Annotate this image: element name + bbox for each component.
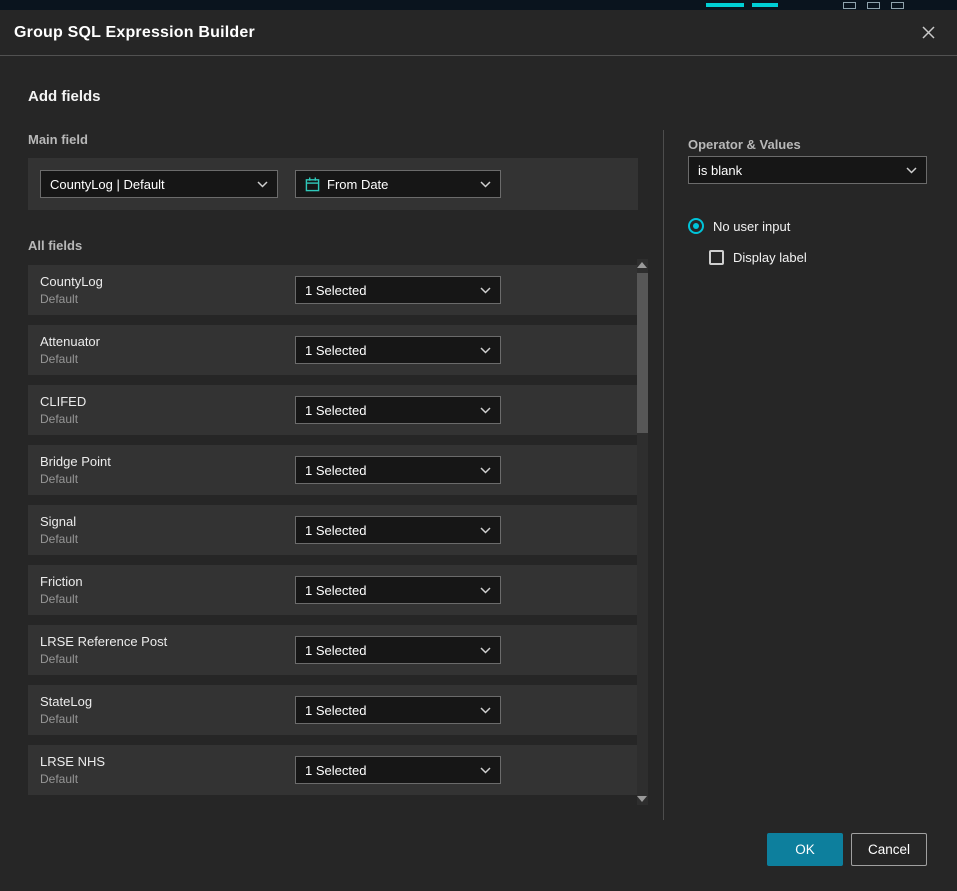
field-values-select-value: 1 Selected: [305, 703, 366, 718]
field-name: LRSE Reference Post: [40, 634, 167, 649]
display-label-label: Display label: [733, 250, 807, 265]
no-user-input-label: No user input: [713, 219, 790, 234]
field-subtitle: Default: [40, 592, 78, 606]
background-decoration: [752, 3, 778, 7]
layer-select[interactable]: CountyLog | Default: [40, 170, 278, 198]
field-row: Friction Default 1 Selected: [28, 565, 638, 615]
scrollbar[interactable]: [637, 259, 648, 805]
field-subtitle: Default: [40, 352, 78, 366]
chevron-down-icon: [480, 527, 491, 534]
field-values-select-value: 1 Selected: [305, 403, 366, 418]
field-values-select[interactable]: 1 Selected: [295, 456, 501, 484]
add-fields-heading: Add fields: [28, 88, 101, 105]
field-values-select[interactable]: 1 Selected: [295, 756, 501, 784]
main-field-select[interactable]: From Date: [295, 170, 501, 198]
field-row: CLIFED Default 1 Selected: [28, 385, 638, 435]
scroll-down-arrow-icon[interactable]: [637, 796, 647, 802]
field-subtitle: Default: [40, 412, 78, 426]
dialog-title: Group SQL Expression Builder: [14, 24, 255, 42]
all-fields-label: All fields: [28, 238, 82, 253]
field-subtitle: Default: [40, 652, 78, 666]
background-icon: [891, 2, 904, 9]
scrollbar-thumb[interactable]: [637, 273, 648, 433]
field-name: Friction: [40, 574, 83, 589]
field-row: Signal Default 1 Selected: [28, 505, 638, 555]
field-values-select[interactable]: 1 Selected: [295, 696, 501, 724]
field-row: Bridge Point Default 1 Selected: [28, 445, 638, 495]
background-app-strip: [0, 0, 957, 10]
field-name: CountyLog: [40, 274, 103, 289]
field-values-select-value: 1 Selected: [305, 523, 366, 538]
chevron-down-icon: [480, 181, 491, 188]
background-icon: [867, 2, 880, 9]
field-subtitle: Default: [40, 472, 78, 486]
chevron-down-icon: [480, 767, 491, 774]
calendar-icon: [305, 177, 320, 192]
field-values-select[interactable]: 1 Selected: [295, 516, 501, 544]
close-icon[interactable]: [913, 18, 943, 48]
all-fields-list: CountyLog Default 1 Selected Attenuator …: [28, 265, 638, 805]
chevron-down-icon: [480, 467, 491, 474]
operator-select-value: is blank: [698, 163, 742, 178]
display-label-checkbox[interactable]: Display label: [709, 250, 807, 265]
cancel-button[interactable]: Cancel: [851, 833, 927, 866]
chevron-down-icon: [257, 181, 268, 188]
chevron-down-icon: [906, 167, 917, 174]
operator-values-label: Operator & Values: [688, 137, 801, 152]
field-values-select-value: 1 Selected: [305, 343, 366, 358]
field-name: StateLog: [40, 694, 92, 709]
field-name: Signal: [40, 514, 76, 529]
chevron-down-icon: [480, 587, 491, 594]
ok-button[interactable]: OK: [767, 833, 843, 866]
main-field-label: Main field: [28, 132, 88, 147]
background-icon: [843, 2, 856, 9]
field-subtitle: Default: [40, 712, 78, 726]
field-values-select-value: 1 Selected: [305, 763, 366, 778]
field-row: StateLog Default 1 Selected: [28, 685, 638, 735]
group-sql-expression-builder-dialog: Group SQL Expression Builder Add fields …: [0, 10, 957, 891]
field-row: LRSE Reference Post Default 1 Selected: [28, 625, 638, 675]
field-row: Attenuator Default 1 Selected: [28, 325, 638, 375]
field-values-select[interactable]: 1 Selected: [295, 576, 501, 604]
field-name: LRSE NHS: [40, 754, 105, 769]
chevron-down-icon: [480, 287, 491, 294]
field-values-select[interactable]: 1 Selected: [295, 336, 501, 364]
main-field-select-value: From Date: [327, 177, 388, 192]
operator-select[interactable]: is blank: [688, 156, 927, 184]
chevron-down-icon: [480, 347, 491, 354]
field-name: Attenuator: [40, 334, 100, 349]
field-row: CountyLog Default 1 Selected: [28, 265, 638, 315]
field-values-select[interactable]: 1 Selected: [295, 276, 501, 304]
field-values-select-value: 1 Selected: [305, 283, 366, 298]
checkbox-unchecked-icon: [709, 250, 724, 265]
vertical-divider: [663, 130, 664, 820]
field-values-select[interactable]: 1 Selected: [295, 636, 501, 664]
no-user-input-radio[interactable]: No user input: [688, 218, 790, 234]
field-values-select[interactable]: 1 Selected: [295, 396, 501, 424]
background-decoration: [706, 3, 744, 7]
field-subtitle: Default: [40, 292, 78, 306]
field-values-select-value: 1 Selected: [305, 643, 366, 658]
scroll-up-arrow-icon[interactable]: [637, 262, 647, 268]
layer-select-value: CountyLog | Default: [50, 177, 165, 192]
field-subtitle: Default: [40, 532, 78, 546]
field-values-select-value: 1 Selected: [305, 583, 366, 598]
field-subtitle: Default: [40, 772, 78, 786]
main-field-panel: CountyLog | Default From Date: [28, 158, 638, 210]
chevron-down-icon: [480, 707, 491, 714]
field-values-select-value: 1 Selected: [305, 463, 366, 478]
chevron-down-icon: [480, 407, 491, 414]
field-name: CLIFED: [40, 394, 86, 409]
field-name: Bridge Point: [40, 454, 111, 469]
dialog-header: Group SQL Expression Builder: [0, 10, 957, 56]
field-row: LRSE NHS Default 1 Selected: [28, 745, 638, 795]
radio-selected-icon: [688, 218, 704, 234]
chevron-down-icon: [480, 647, 491, 654]
